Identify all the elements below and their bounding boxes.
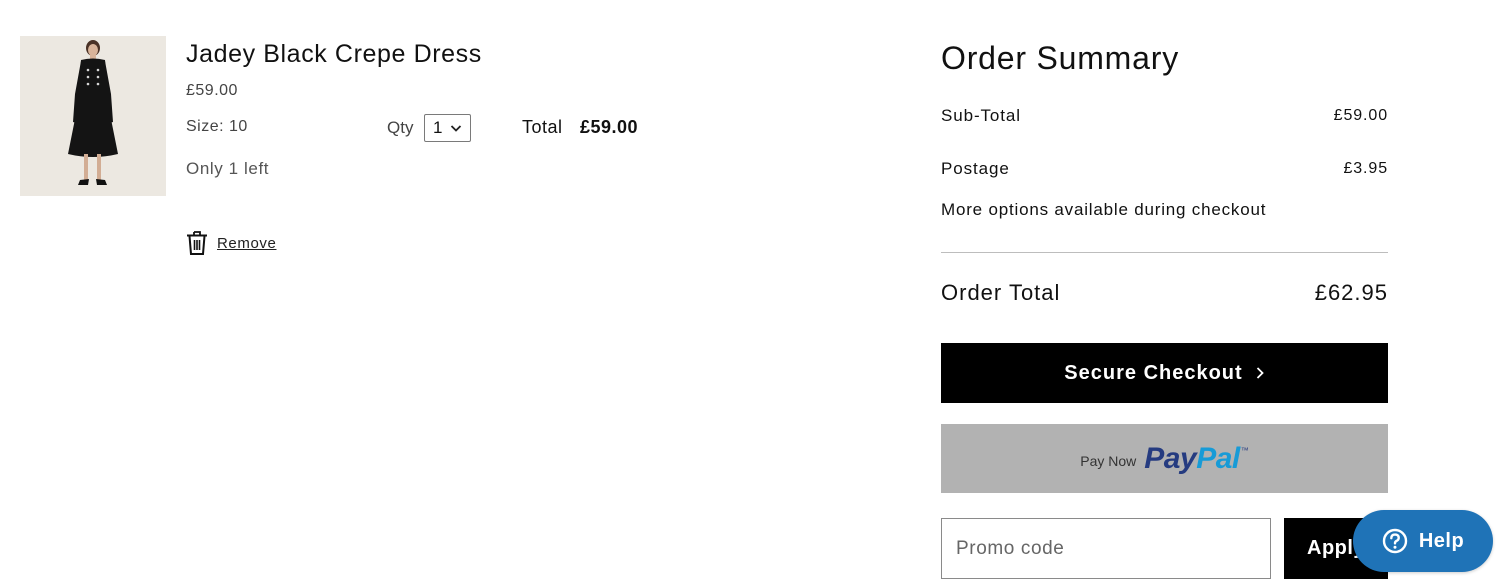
remove-label[interactable]: Remove [217, 235, 276, 252]
paypal-prefix: Pay Now [1080, 452, 1137, 469]
product-price: £59.00 [186, 82, 238, 99]
paypal-logo: PayPal [1144, 441, 1240, 476]
help-label: Help [1418, 529, 1465, 552]
stock-status: Only 1 left [186, 159, 270, 178]
summary-divider [941, 252, 1388, 253]
order-total-label: Order Total [941, 280, 1061, 305]
chevron-right-icon [1256, 367, 1264, 379]
secure-checkout-button[interactable]: Secure Checkout [941, 343, 1388, 403]
question-circle-icon [1382, 528, 1408, 554]
remove-button[interactable]: Remove [186, 230, 276, 256]
qty-value: 1 [433, 118, 443, 137]
postage-value: £3.95 [1343, 160, 1388, 177]
subtotal-label: Sub-Total [941, 106, 1021, 125]
line-total-value: £59.00 [580, 117, 639, 137]
postage-note: More options available during checkout [941, 200, 1267, 219]
postage-label: Postage [941, 159, 1010, 178]
paypal-logo-pal: Pal [1196, 441, 1240, 475]
chevron-down-icon [451, 125, 462, 132]
paypal-trademark: ™ [1240, 446, 1249, 455]
line-total-label: Total [522, 117, 563, 137]
subtotal-value: £59.00 [1333, 107, 1388, 124]
checkout-label: Secure Checkout [1064, 361, 1243, 384]
order-summary-title: Order Summary [941, 40, 1179, 76]
trash-icon [187, 231, 207, 255]
product-thumbnail[interactable] [20, 36, 166, 196]
promo-code-input[interactable] [941, 518, 1271, 579]
product-size: Size: 10 [186, 118, 248, 135]
order-total-value: £62.95 [1314, 280, 1388, 305]
product-name[interactable]: Jadey Black Crepe Dress [186, 40, 482, 69]
paypal-button[interactable]: Pay Now PayPal ™ [941, 424, 1388, 493]
paypal-logo-pay: Pay [1144, 441, 1197, 475]
qty-label: Qty [387, 118, 414, 137]
qty-select[interactable]: 1 [424, 114, 471, 142]
help-button[interactable]: Help [1353, 510, 1493, 572]
